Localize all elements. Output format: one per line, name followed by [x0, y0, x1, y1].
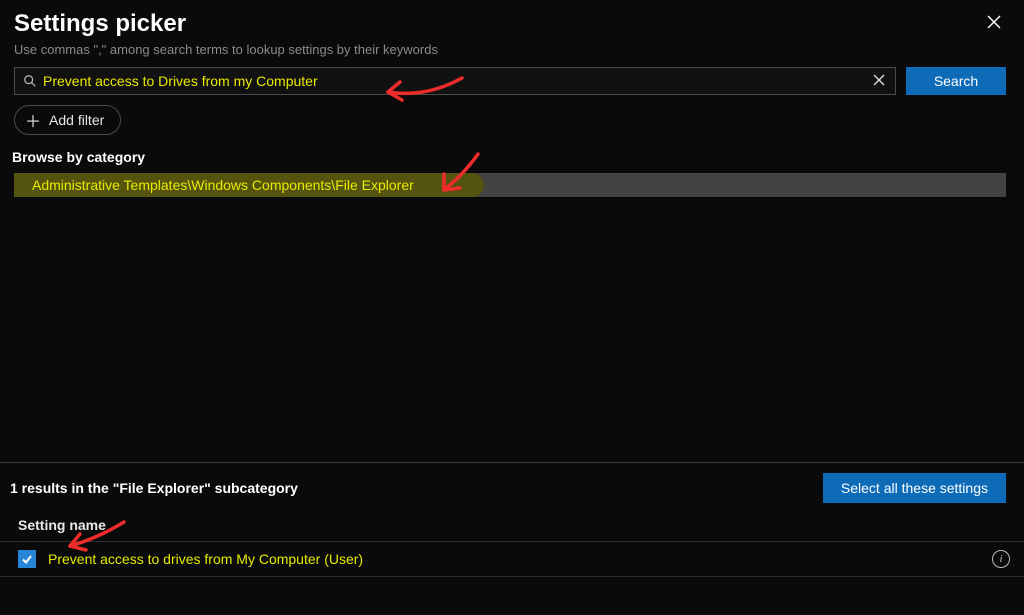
category-row[interactable]: Administrative Templates\Windows Compone… [14, 173, 1006, 197]
results-summary: 1 results in the "File Explorer" subcate… [10, 480, 298, 496]
browse-heading: Browse by category [0, 145, 1024, 173]
close-button[interactable] [982, 10, 1006, 37]
add-filter-button[interactable]: ＋ Add filter [14, 105, 121, 135]
column-header-setting-name: Setting name [0, 511, 1024, 542]
search-icon [23, 74, 37, 88]
setting-name: Prevent access to drives from My Compute… [48, 551, 992, 567]
category-path: Administrative Templates\Windows Compone… [32, 177, 414, 193]
check-icon [21, 553, 33, 565]
search-box[interactable] [14, 67, 896, 95]
setting-row[interactable]: Prevent access to drives from My Compute… [0, 542, 1024, 577]
setting-checkbox[interactable] [18, 550, 36, 568]
select-all-button[interactable]: Select all these settings [823, 473, 1006, 503]
add-filter-label: Add filter [49, 112, 104, 128]
clear-search-button[interactable] [869, 73, 889, 90]
search-button[interactable]: Search [906, 67, 1006, 95]
search-input[interactable] [43, 73, 869, 89]
plus-icon: ＋ [25, 108, 41, 132]
info-icon[interactable]: i [992, 550, 1010, 568]
page-subtitle: Use commas "," among search terms to loo… [0, 42, 1024, 67]
page-title: Settings picker [14, 10, 186, 38]
clear-icon [873, 74, 885, 86]
close-icon [986, 14, 1002, 30]
